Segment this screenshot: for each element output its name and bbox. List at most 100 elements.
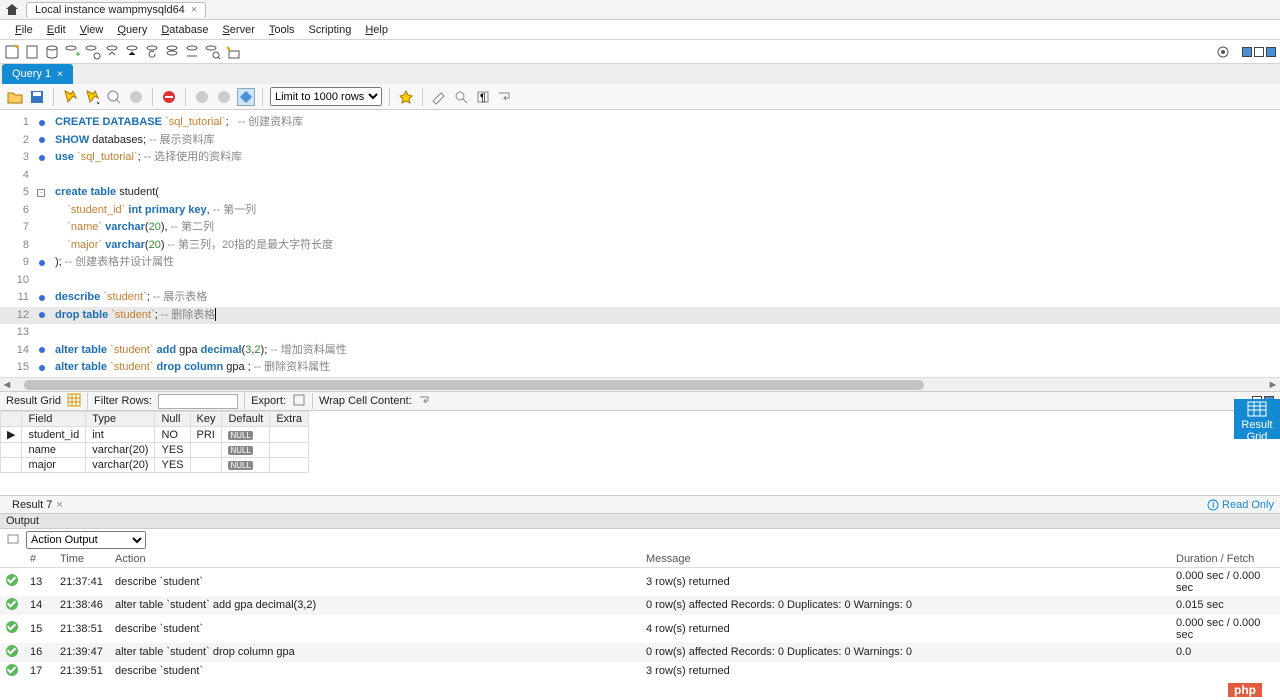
horizontal-scrollbar[interactable]: ◄ ►	[0, 377, 1280, 391]
code-line[interactable]: 7 `name` varchar(20), -- 第二列	[0, 219, 1280, 237]
db-2-icon[interactable]	[164, 43, 182, 61]
code-line[interactable]: 5−create table student(	[0, 184, 1280, 202]
menu-item[interactable]: Database	[154, 24, 215, 36]
execute-icon[interactable]	[61, 88, 79, 106]
output-row[interactable]: 1321:37:41describe `student`3 row(s) ret…	[0, 567, 1280, 596]
result-grid-table[interactable]: FieldTypeNullKeyDefaultExtra ▶student_id…	[0, 411, 309, 473]
code-line[interactable]: 2SHOW databases; -- 展示资料库	[0, 132, 1280, 150]
invisible-icon[interactable]: ¶	[474, 88, 492, 106]
output-row[interactable]: 1421:38:46alter table `student` add gpa …	[0, 596, 1280, 615]
code-line[interactable]: 14alter table `student` add gpa decimal(…	[0, 342, 1280, 360]
menu-item[interactable]: File	[8, 24, 40, 36]
db-gear-icon[interactable]	[84, 43, 102, 61]
save-icon[interactable]	[28, 88, 46, 106]
output-row[interactable]: 1521:38:51describe `student`4 row(s) ret…	[0, 615, 1280, 643]
db-out-icon[interactable]	[124, 43, 142, 61]
stop-icon[interactable]	[127, 88, 145, 106]
wrap-cell-label: Wrap Cell Content:	[319, 395, 412, 407]
column-header[interactable]: Default	[222, 412, 270, 427]
filter-rows-input[interactable]	[158, 394, 238, 409]
scroll-handle[interactable]	[24, 380, 924, 390]
column-header[interactable]: Type	[86, 412, 155, 427]
menu-item[interactable]: Server	[215, 24, 261, 36]
grid-icon[interactable]	[67, 393, 81, 410]
explain-icon[interactable]	[105, 88, 123, 106]
result-tab[interactable]: Result 7 ×	[6, 499, 69, 511]
menu-item[interactable]: Tools	[262, 24, 302, 36]
scroll-left-icon[interactable]: ◄	[0, 379, 14, 391]
export-icon[interactable]	[292, 393, 306, 410]
db-search-icon[interactable]	[204, 43, 222, 61]
query-tab-label: Query 1	[12, 68, 51, 80]
commit-icon[interactable]	[193, 88, 211, 106]
code-line[interactable]: 11describe `student`; -- 展示表格	[0, 289, 1280, 307]
menu-item[interactable]: Edit	[40, 24, 73, 36]
beautify-icon[interactable]	[430, 88, 448, 106]
rollback-icon[interactable]	[215, 88, 233, 106]
db-new-icon[interactable]	[224, 43, 242, 61]
db-sql-icon[interactable]	[44, 43, 62, 61]
code-line[interactable]: 3use `sql_tutorial`; -- 选择使用的资料库	[0, 149, 1280, 167]
action-output-select[interactable]: Action Output	[26, 531, 146, 549]
status-ok-icon	[6, 645, 18, 657]
code-line[interactable]: 1CREATE DATABASE `sql_tutorial`; -- 创建资料…	[0, 114, 1280, 132]
php-badge: php	[1228, 683, 1262, 697]
result-grid-side-button[interactable]: Result Grid	[1234, 399, 1280, 439]
db-in-icon[interactable]	[104, 43, 122, 61]
code-editor[interactable]: 1CREATE DATABASE `sql_tutorial`; -- 创建资料…	[0, 110, 1280, 377]
query-tab[interactable]: Query 1 ×	[2, 64, 73, 84]
star-icon[interactable]	[397, 88, 415, 106]
result-toolbar: Result Grid Filter Rows: Export: Wrap Ce…	[0, 391, 1280, 411]
code-line[interactable]: 12drop table `student`; -- 删除表格	[0, 307, 1280, 325]
menu-item[interactable]: Help	[358, 24, 395, 36]
table-row[interactable]: majorvarchar(20)YESNULL	[1, 458, 309, 473]
code-line[interactable]: 13	[0, 324, 1280, 342]
column-header[interactable]: Key	[190, 412, 222, 427]
instance-tab-label: Local instance wampmysqld64	[35, 4, 185, 16]
menu-item[interactable]: Scripting	[302, 24, 359, 36]
menu-item[interactable]: View	[73, 24, 111, 36]
layout-right-icon[interactable]	[1266, 47, 1276, 57]
new-file-icon[interactable]	[24, 43, 42, 61]
code-line[interactable]: 4	[0, 167, 1280, 185]
col-message: Message	[640, 551, 1170, 567]
autocommit-icon[interactable]	[237, 88, 255, 106]
svg-text:i: i	[1212, 499, 1214, 511]
output-row[interactable]: 1621:39:47alter table `student` drop col…	[0, 643, 1280, 662]
close-icon[interactable]: ×	[56, 499, 62, 511]
wrap-cell-icon[interactable]	[418, 393, 432, 410]
layout-left-icon[interactable]	[1242, 47, 1252, 57]
code-line[interactable]: 15alter table `student` drop column gpa …	[0, 359, 1280, 377]
wrap-icon[interactable]	[496, 88, 514, 106]
column-header[interactable]: Extra	[270, 412, 309, 427]
code-line[interactable]: 10	[0, 272, 1280, 290]
layout-mid-icon[interactable]	[1254, 47, 1264, 57]
home-icon[interactable]	[4, 2, 20, 18]
code-line[interactable]: 8 `major` varchar(20) -- 第三列，20指的是最大字符长度	[0, 237, 1280, 255]
code-line[interactable]: 9); -- 创建表格并设计属性	[0, 254, 1280, 272]
close-icon[interactable]: ×	[57, 69, 63, 80]
execute-cursor-icon[interactable]	[83, 88, 101, 106]
table-row[interactable]: ▶student_idintNOPRINULL	[1, 427, 309, 443]
new-sql-tab-icon[interactable]	[4, 43, 22, 61]
limit-rows-select[interactable]: Limit to 1000 rows	[270, 87, 382, 106]
output-icon[interactable]	[6, 532, 20, 549]
settings-icon[interactable]	[1214, 43, 1232, 61]
column-header[interactable]: Null	[155, 412, 190, 427]
menu-item[interactable]: Query	[110, 24, 154, 36]
scroll-right-icon[interactable]: ►	[1266, 379, 1280, 391]
db-3-icon[interactable]	[184, 43, 202, 61]
output-row[interactable]: 1721:39:51describe `student`3 row(s) ret…	[0, 662, 1280, 681]
table-row[interactable]: namevarchar(20)YESNULL	[1, 443, 309, 458]
db-refresh-icon[interactable]	[144, 43, 162, 61]
code-line[interactable]: 6 `student_id` int primary key, -- 第一列	[0, 202, 1280, 220]
close-icon[interactable]: ×	[191, 4, 197, 16]
instance-tab[interactable]: Local instance wampmysqld64 ×	[26, 2, 206, 17]
db-plus-icon[interactable]	[64, 43, 82, 61]
no-limit-icon[interactable]	[160, 88, 178, 106]
open-file-icon[interactable]	[6, 88, 24, 106]
column-header[interactable]: Field	[22, 412, 86, 427]
status-ok-icon	[6, 574, 18, 586]
col-time: Time	[54, 551, 109, 567]
find-icon[interactable]	[452, 88, 470, 106]
